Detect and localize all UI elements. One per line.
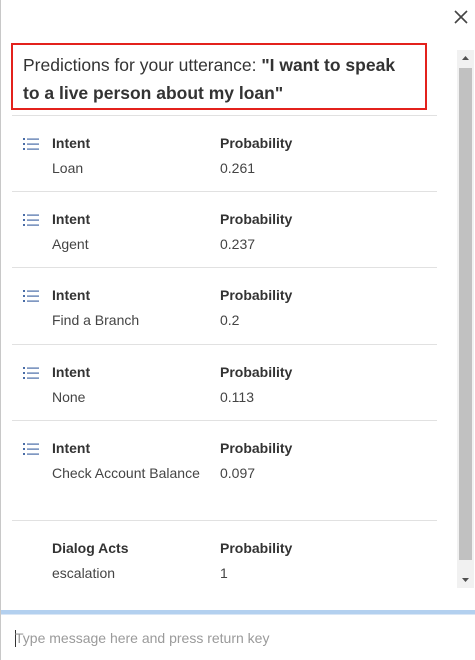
probability-header: Probability xyxy=(220,287,293,303)
probability-column: Probability 0.2 xyxy=(220,285,370,333)
probability-value: 0.113 xyxy=(220,389,254,405)
message-composer xyxy=(1,614,475,660)
label-value: Check Account Balance xyxy=(52,465,200,481)
list-icon xyxy=(23,443,39,455)
probability-value: 0.2 xyxy=(220,312,240,328)
predictions-panel: Predictions for your utterance: "I want … xyxy=(0,0,475,660)
label-column: Intent Find a Branch xyxy=(52,285,202,333)
prediction-row: Intent None Probability 0.113 xyxy=(12,344,437,420)
scroll-up-arrow-icon[interactable] xyxy=(457,50,474,66)
probability-value: 0.097 xyxy=(220,465,256,481)
header-prefix: Predictions for your utterance: xyxy=(23,55,262,75)
scrollbar-thumb[interactable] xyxy=(459,68,472,560)
label-column: Intent Check Account Balance xyxy=(52,438,202,486)
label-value: Find a Branch xyxy=(52,312,140,328)
list-icon xyxy=(23,138,39,150)
probability-column: Probability 0.261 xyxy=(220,133,370,181)
probability-column: Probability 0.097 xyxy=(220,438,370,486)
message-input[interactable] xyxy=(15,625,455,651)
list-icon xyxy=(23,290,39,302)
prediction-row: Intent Loan Probability 0.261 xyxy=(12,115,437,191)
label-value: None xyxy=(52,389,86,405)
label-value: Loan xyxy=(52,160,84,176)
probability-header: Probability xyxy=(220,540,293,556)
label-column: Intent Loan xyxy=(52,133,202,181)
probability-value: 0.237 xyxy=(220,236,256,252)
prediction-row: Dialog Acts escalation Probability 1 xyxy=(12,520,437,598)
label-header: Dialog Acts xyxy=(52,540,129,556)
probability-value: 1 xyxy=(220,565,228,581)
list-icon xyxy=(23,367,39,379)
probability-column: Probability 0.237 xyxy=(220,209,370,257)
vertical-scrollbar[interactable] xyxy=(457,50,474,588)
list-icon xyxy=(23,214,39,226)
probability-header: Probability xyxy=(220,364,293,380)
label-header: Intent xyxy=(52,287,91,303)
label-header: Intent xyxy=(52,211,91,227)
probability-header: Probability xyxy=(220,440,293,456)
probability-header: Probability xyxy=(220,211,293,227)
prediction-row: Intent Agent Probability 0.237 xyxy=(12,191,437,267)
label-value: escalation xyxy=(52,565,116,581)
label-header: Intent xyxy=(52,364,91,380)
label-column: Intent None xyxy=(52,362,202,410)
label-column: Dialog Acts escalation xyxy=(52,538,202,586)
utterance-header: Predictions for your utterance: "I want … xyxy=(11,43,427,110)
label-column: Intent Agent xyxy=(52,209,202,257)
probability-column: Probability 1 xyxy=(220,538,370,586)
probability-column: Probability 0.113 xyxy=(220,362,370,410)
close-icon[interactable] xyxy=(451,7,471,27)
prediction-row: Intent Find a Branch Probability 0.2 xyxy=(12,267,437,344)
label-header: Intent xyxy=(52,135,91,151)
label-value: Agent xyxy=(52,236,89,252)
probability-value: 0.261 xyxy=(220,160,256,176)
predictions-list: Intent Loan Probability 0.261 Intent Agent Pro… xyxy=(12,115,437,598)
label-header: Intent xyxy=(52,440,91,456)
scroll-down-arrow-icon[interactable] xyxy=(457,572,474,588)
prediction-row: Intent Check Account Balance Probability 0.… xyxy=(12,420,437,520)
probability-header: Probability xyxy=(220,135,293,151)
